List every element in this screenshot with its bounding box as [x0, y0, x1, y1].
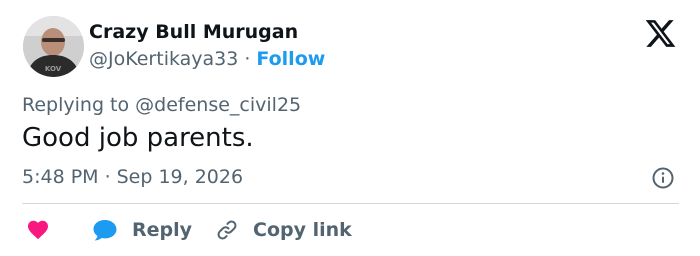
heart-icon	[26, 218, 50, 242]
handle-separator: ·	[244, 48, 251, 70]
link-icon	[215, 218, 239, 242]
reply-button[interactable]: Reply	[92, 216, 192, 244]
embedded-tweet-card: KOV Crazy Bull Murugan @JoKertikaya33 · Fo…	[0, 0, 700, 256]
avatar[interactable]: KOV	[23, 16, 84, 77]
divider	[22, 203, 679, 204]
tweet-text: Good job parents.	[22, 123, 254, 153]
replying-to-mention[interactable]: @defense_civil25	[135, 94, 301, 116]
timestamp-separator: ·	[104, 166, 111, 188]
author-display-name[interactable]: Crazy Bull Murugan	[89, 21, 298, 43]
x-logo-icon[interactable]	[644, 17, 677, 50]
copy-link-label: Copy link	[253, 219, 352, 241]
reply-label: Reply	[132, 219, 193, 241]
replying-to-prefix: Replying to	[22, 94, 136, 116]
info-icon[interactable]	[651, 166, 675, 190]
replying-to: Replying to @defense_civil25	[22, 94, 301, 116]
author-handle[interactable]: @JoKertikaya33	[89, 48, 238, 70]
follow-button[interactable]: Follow	[256, 48, 325, 70]
avatar-shirt-text: KOV	[45, 65, 62, 73]
tweet-date: Sep 19, 2026	[116, 166, 244, 188]
tweet-time: 5:48 PM	[22, 166, 99, 188]
like-button[interactable]	[26, 216, 50, 244]
speech-bubble-icon	[92, 218, 118, 242]
author-handle-row: @JoKertikaya33 · Follow	[89, 48, 325, 70]
tweet-timestamp[interactable]: 5:48 PM · Sep 19, 2026	[22, 166, 243, 188]
avatar-photo: KOV	[23, 16, 84, 77]
copy-link-button[interactable]: Copy link	[215, 216, 352, 244]
